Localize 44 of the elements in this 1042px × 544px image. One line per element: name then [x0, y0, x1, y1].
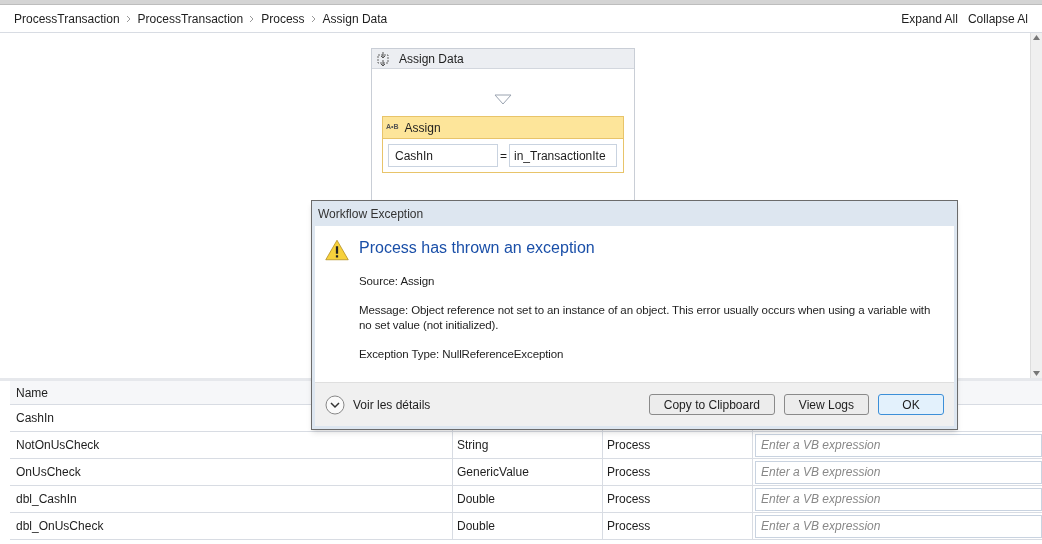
expand-icon[interactable]: [325, 394, 345, 415]
default-value-field[interactable]: Enter a VB expression: [755, 487, 1042, 511]
breadcrumb-item[interactable]: ProcessTransaction: [137, 9, 244, 28]
toolbar-link[interactable]: Collapse Al: [967, 9, 1028, 28]
variable-type-cell: Double: [453, 486, 603, 512]
chevron-icon: [310, 14, 317, 23]
chevron-icon: [249, 14, 256, 23]
breadcrumb-item[interactable]: Assign Data: [322, 9, 388, 28]
variable-scope-cell: Process: [603, 513, 753, 539]
variable-type-cell: String: [453, 432, 603, 458]
assign-title: Assign: [404, 119, 441, 137]
variable-name-cell: dbl_OnUsCheck: [10, 513, 453, 539]
scrollbar[interactable]: [1030, 33, 1042, 378]
variable-scope-cell: Process: [603, 459, 753, 485]
variable-name-cell: OnUsCheck: [10, 459, 453, 485]
variable-type-cell: GenericValue: [453, 459, 603, 485]
assign-to-field[interactable]: CashIn: [388, 144, 498, 167]
scroll-down-icon[interactable]: [1033, 371, 1040, 376]
dialog-button[interactable]: OK: [878, 394, 944, 415]
default-value-field[interactable]: Enter a VB expression: [755, 433, 1042, 457]
sequence-icon: [377, 51, 389, 66]
sequence-title: Assign Data: [399, 50, 464, 68]
variable-name-cell: dbl_CashIn: [10, 486, 453, 512]
dialog-heading: Process has thrown an exception: [359, 238, 596, 258]
breadcrumb-item[interactable]: ProcessTransaction: [14, 9, 120, 28]
dialog-message: Message: Object reference not set to an instance of an object. This error usually occurs when using a variable with no set value (not initialized).: [359, 303, 932, 333]
variable-type-cell: Double: [453, 513, 603, 539]
default-value-field[interactable]: Enter a VB expression: [755, 514, 1042, 538]
scroll-up-icon[interactable]: [1033, 35, 1040, 40]
breadcrumb-item[interactable]: Process: [261, 9, 305, 28]
dialog-button[interactable]: Copy to Clipboard: [648, 394, 775, 415]
dialog-message: Exception Type: NullReferenceException: [359, 347, 565, 362]
chevron-icon: [125, 14, 132, 23]
dialog-title: Workflow Exception: [317, 205, 425, 223]
variable-scope-cell: Process: [603, 486, 753, 512]
toolbar-link[interactable]: Expand All: [901, 9, 958, 28]
default-value-field[interactable]: Enter a VB expression: [755, 460, 1042, 484]
assign-value-field[interactable]: in_TransactionIte: [509, 144, 617, 167]
dialog-button[interactable]: View Logs: [783, 394, 869, 415]
drop-arrow-icon: [494, 94, 512, 105]
equals-sign: =: [500, 147, 507, 165]
dialog-message: Source: Assign: [359, 274, 436, 289]
variable-scope-cell: Process: [603, 432, 753, 458]
variable-name-cell: NotOnUsCheck: [10, 432, 453, 458]
